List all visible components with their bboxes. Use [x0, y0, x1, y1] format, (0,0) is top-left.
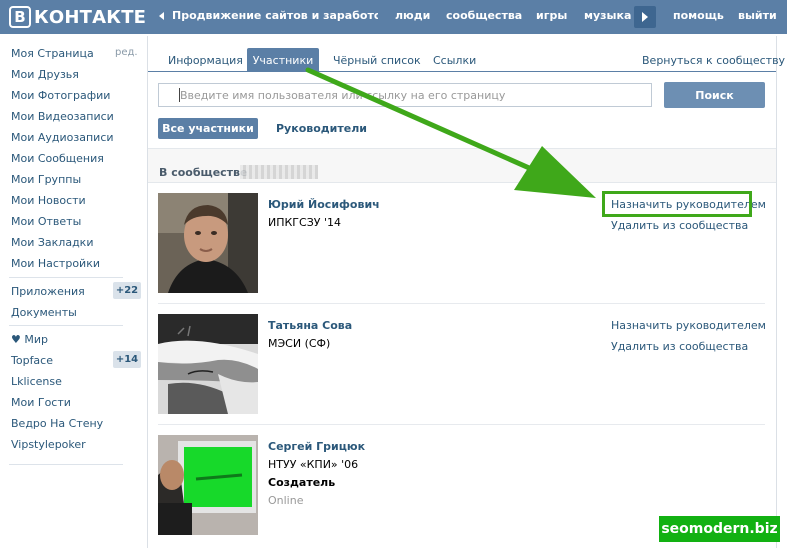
remove-from-community-link[interactable]: Удалить из сообщества [611, 219, 748, 232]
nav-games[interactable]: игры [536, 9, 567, 22]
member-name[interactable]: Сергей Грицюк [268, 440, 365, 453]
avatar-member-2[interactable] [158, 314, 258, 414]
sidebar-divider [9, 277, 123, 278]
tab-information[interactable]: Информация [168, 54, 243, 67]
watermark-badge: seomodern.biz [659, 516, 780, 542]
sidebar-divider [9, 325, 123, 326]
nav-people[interactable]: люди [395, 9, 430, 22]
member-education: НТУУ «КПИ» '06 [268, 458, 359, 471]
search-input[interactable] [158, 83, 652, 107]
tab-blacklist[interactable]: Чёрный список [333, 54, 421, 67]
avatar-member-1[interactable] [158, 193, 258, 293]
logo-text: КОНТАКТЕ [34, 6, 147, 28]
sidebar-item-bucket[interactable]: Ведро На Стену [11, 417, 103, 430]
tabs-underline [148, 71, 776, 72]
sidebar-item-apps[interactable]: Приложения [11, 285, 85, 298]
tab-links[interactable]: Ссылки [433, 54, 476, 67]
sidebar-item-friends[interactable]: Мои Друзья [11, 68, 79, 81]
row-divider [158, 303, 765, 304]
play-next-icon[interactable] [634, 6, 656, 28]
apps-count-badge[interactable]: +22 [113, 282, 141, 299]
sidebar-item-answers[interactable]: Мои Ответы [11, 215, 81, 228]
filter-managers[interactable]: Руководители [276, 122, 367, 135]
sidebar-item-my-page[interactable]: Моя Страница [11, 47, 94, 60]
member-education: МЭСИ (СФ) [268, 337, 331, 350]
ticker-prev-icon[interactable] [159, 12, 164, 20]
member-education: ИПКГСЗУ '14 [268, 216, 341, 229]
sidebar-item-groups[interactable]: Мои Группы [11, 173, 81, 186]
avatar-member-3[interactable] [158, 435, 258, 535]
online-status: Online [268, 494, 304, 507]
sidebar-item-bookmarks[interactable]: Мои Закладки [11, 236, 93, 249]
sidebar-item-topface[interactable]: Topface [11, 354, 53, 367]
sidebar-item-vipstylepoker[interactable]: Vipstylepoker [11, 438, 86, 451]
remove-from-community-link[interactable]: Удалить из сообщества [611, 340, 748, 353]
member-name[interactable]: Татьяна Сова [268, 319, 352, 332]
sidebar-item-mir[interactable]: ♥ Мир [11, 333, 48, 346]
sidebar-item-photos[interactable]: Мои Фотографии [11, 89, 110, 102]
vk-logo[interactable]: В КОНТАКТЕ [9, 5, 146, 29]
row-divider [158, 424, 765, 425]
sidebar-item-messages[interactable]: Мои Сообщения [11, 152, 104, 165]
section-title: В сообществе [159, 166, 248, 179]
nav-logout[interactable]: выйти [738, 9, 777, 22]
top-bar: В КОНТАКТЕ Продвижение сайтов и заработо… [0, 0, 787, 34]
back-to-community-link[interactable]: Вернуться к сообществу [642, 54, 785, 67]
sidebar-item-audio[interactable]: Мои Аудиозаписи [11, 131, 114, 144]
assign-manager-link[interactable]: Назначить руководителем [611, 319, 766, 332]
filter-all-members[interactable]: Все участники [158, 118, 258, 139]
nav-music[interactable]: музыка [584, 9, 631, 22]
blurred-community-name [240, 165, 318, 179]
member-name[interactable]: Юрий Йосифович [268, 198, 380, 211]
search-button[interactable]: Поиск [664, 82, 765, 108]
text-cursor [179, 88, 180, 102]
tab-members[interactable]: Участники [247, 48, 319, 72]
sidebar-divider [9, 464, 123, 465]
topface-count-badge[interactable]: +14 [113, 351, 141, 368]
nav-help[interactable]: помощь [673, 9, 724, 22]
member-role: Создатель [268, 476, 336, 489]
logo-mark: В [9, 6, 31, 28]
sidebar-item-documents[interactable]: Документы [11, 306, 77, 319]
sidebar-item-guests[interactable]: Мои Гости [11, 396, 71, 409]
sidebar-item-lklicense[interactable]: Lklicense [11, 375, 62, 388]
nav-communities[interactable]: сообщества [446, 9, 522, 22]
highlight-frame [602, 191, 752, 217]
sidebar-item-settings[interactable]: Мои Настройки [11, 257, 100, 270]
sidebar-edit-link[interactable]: ред. [115, 47, 138, 58]
sidebar-item-videos[interactable]: Мои Видеозаписи [11, 110, 114, 123]
ticker-link[interactable]: Продвижение сайтов и заработо... [172, 9, 378, 22]
sidebar-item-news[interactable]: Мои Новости [11, 194, 86, 207]
